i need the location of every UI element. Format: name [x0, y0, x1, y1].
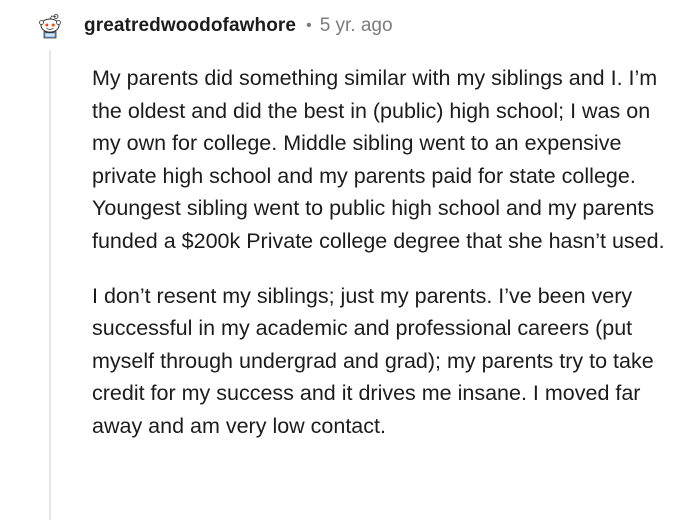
comment-timestamp[interactable]: 5 yr. ago: [320, 15, 393, 37]
thread-line[interactable]: [49, 50, 51, 520]
username-link[interactable]: greatredwoodofawhore: [84, 15, 296, 37]
snoo-avatar-icon[interactable]: [36, 12, 64, 40]
comment-paragraph: My parents did something similar with my…: [92, 66, 665, 253]
separator-dot: •: [306, 17, 312, 34]
comment-header: greatredwoodofawhore • 5 yr. ago: [36, 10, 393, 42]
comment-paragraph: I don’t resent my siblings; just my pare…: [92, 283, 654, 438]
comment-body: My parents did something similar with my…: [92, 62, 672, 443]
comment: greatredwoodofawhore • 5 yr. ago My pare…: [0, 0, 700, 520]
